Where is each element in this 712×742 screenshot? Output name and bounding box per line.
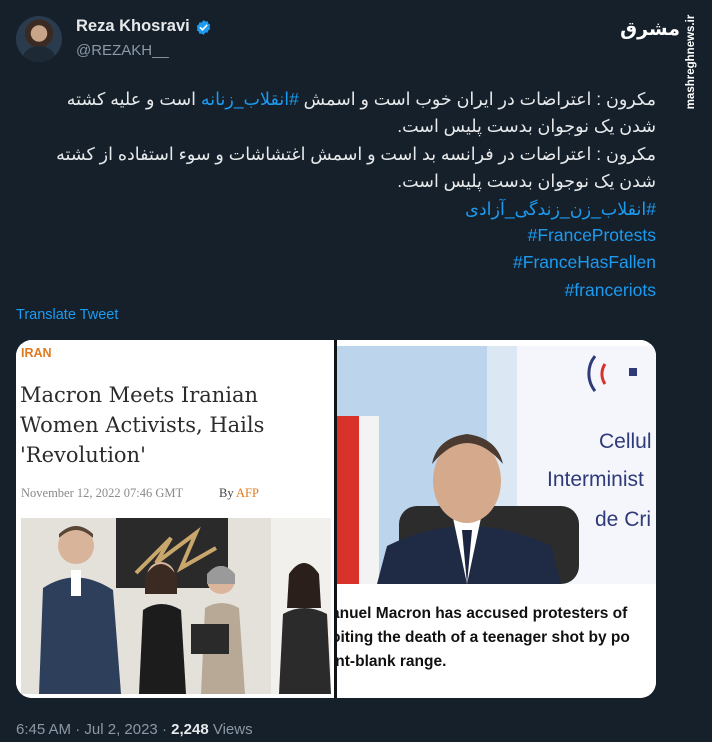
translate-tweet-link[interactable]: Translate Tweet xyxy=(16,307,118,323)
tweet-line-3: مکرون : اعتراضات در فرانسه بد است و اسمش… xyxy=(56,144,656,164)
byline-agency: AFP xyxy=(236,486,259,500)
article-date: November 12, 2022 07:46 GMT xyxy=(21,486,184,500)
screen-text-3: de Cri xyxy=(595,508,652,531)
tweet-line-2: شدن یک نوجوان بدست پلیس است. xyxy=(397,116,656,136)
hashtag-link[interactable]: #FranceProtests xyxy=(528,222,656,249)
mashregh-logo: مشرق xyxy=(620,14,680,44)
news-caption: anuel Macron has accused protesters of o… xyxy=(337,602,656,674)
tweet-line-1: مکرون : اعتراضات در ایران خوب است و اسمش… xyxy=(36,86,656,113)
views-label: Views xyxy=(212,721,253,738)
caption-line: anuel Macron has accused protesters of xyxy=(337,605,628,622)
screen-text-2: Interminist xyxy=(547,468,644,491)
caption-line: oiting the death of a teenager shot by p… xyxy=(337,629,630,646)
hashtag-link[interactable]: #franceriots xyxy=(565,277,656,304)
views-count: 2,248 xyxy=(171,721,209,738)
tweet-line-4: شدن یک نوجوان بدست پلیس است. xyxy=(397,171,656,191)
media-image-left[interactable]: IRAN Macron Meets Iranian Women Activist… xyxy=(16,340,334,698)
author-name[interactable]: Reza Khosravi xyxy=(76,17,190,36)
watermark-site-text: mashreghnews.ir xyxy=(685,14,697,110)
article-photo xyxy=(21,518,331,694)
hashtag-link[interactable]: #FranceHasFallen xyxy=(513,249,656,276)
meta-separator: · xyxy=(161,721,167,738)
tweet-line-1-start: مکرون : اعتراضات در ایران خوب است و اسمش xyxy=(303,89,656,109)
screen-text-1: Cellul xyxy=(599,430,652,453)
author-handle[interactable]: @REZAKH__ xyxy=(76,42,169,59)
tweet-line-1-end: است و علیه کشته xyxy=(66,89,197,109)
watermark-site: mashreghnews.ir xyxy=(681,10,701,122)
article-headline: Macron Meets Iranian Women Activists, Ha… xyxy=(20,383,265,467)
avatar-shoulders xyxy=(23,46,55,62)
caption-line: int-blank range. xyxy=(337,653,447,670)
tweet-date[interactable]: Jul 2, 2023 xyxy=(84,721,157,738)
avatar[interactable] xyxy=(16,16,62,62)
mashregh-logo-text: مشرق xyxy=(620,18,680,40)
tweet-time[interactable]: 6:45 AM xyxy=(16,721,71,738)
tweet-media[interactable]: IRAN Macron Meets Iranian Women Activist… xyxy=(16,340,656,698)
news-photo-drawing xyxy=(337,346,656,584)
article-photo-drawing xyxy=(21,518,331,694)
tweet-paragraph-2: مکرون : اعتراضات در فرانسه بد است و اسمش… xyxy=(36,141,656,195)
meta-separator: · xyxy=(75,721,81,738)
news-photo: Cellul Interminist de Cri xyxy=(337,346,656,584)
hashtag-link[interactable]: #انقلاب_زن_زندگی_آزادی xyxy=(465,196,656,223)
byline-prefix: By xyxy=(219,486,234,500)
tweet-paragraph-1: مکرون : اعتراضات در ایران خوب است و اسمش… xyxy=(36,86,656,140)
verified-badge-icon xyxy=(196,20,211,35)
section-tag: IRAN xyxy=(21,346,52,360)
article-byline: By AFP xyxy=(219,486,259,501)
hashtag-inline-link[interactable]: #انقلاب_زنانه xyxy=(201,89,299,109)
tweet-meta: 6:45 AM · Jul 2, 2023 · 2,248 Views xyxy=(16,721,253,738)
media-image-right[interactable]: Cellul Interminist de Cri anuel Macron h… xyxy=(337,340,656,698)
